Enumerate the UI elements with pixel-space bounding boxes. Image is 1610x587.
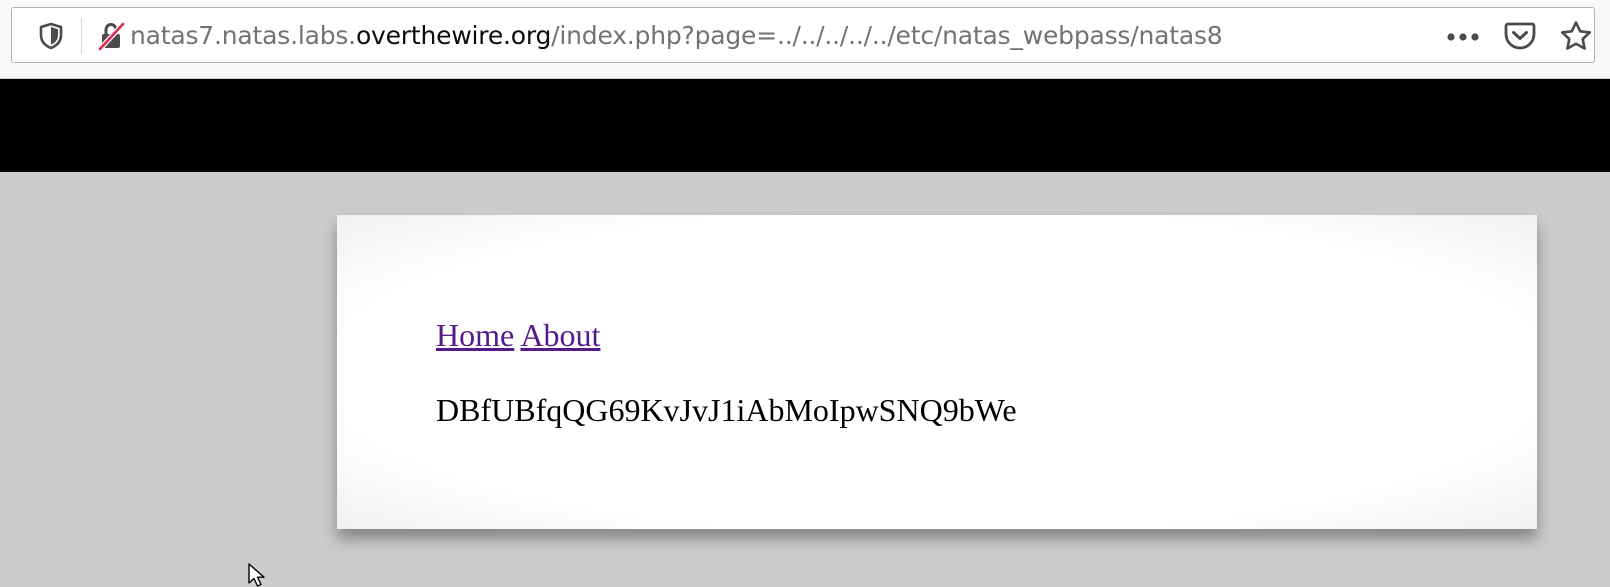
star-icon[interactable] bbox=[1560, 20, 1592, 52]
url-separator bbox=[81, 18, 82, 54]
pocket-icon[interactable] bbox=[1504, 21, 1536, 51]
url-prefix: natas7.natas.labs. bbox=[130, 21, 356, 50]
url-host: overthewire.org bbox=[355, 21, 552, 50]
insecure-lock-icon[interactable] bbox=[96, 21, 126, 51]
shield-icon[interactable] bbox=[38, 22, 64, 50]
url-bar[interactable]: natas7.natas.labs.overthewire.org/index.… bbox=[11, 7, 1595, 63]
page-header-banner bbox=[0, 79, 1610, 172]
url-path: /index.php?page=../../../../../etc/natas… bbox=[551, 21, 1223, 50]
more-icon[interactable] bbox=[1446, 32, 1480, 42]
nav-link-home[interactable]: Home bbox=[436, 317, 514, 353]
nav-link-about[interactable]: About bbox=[520, 317, 600, 353]
content-box: Home About DBfUBfqQG69KvJvJ1iAbMoIpwSNQ9… bbox=[337, 215, 1537, 529]
url-text[interactable]: natas7.natas.labs.overthewire.org/index.… bbox=[130, 20, 1223, 52]
nav-links: Home About bbox=[436, 316, 600, 354]
page-content-text: DBfUBfqQG69KvJvJ1iAbMoIpwSNQ9bWe bbox=[436, 392, 1017, 428]
browser-toolbar: natas7.natas.labs.overthewire.org/index.… bbox=[0, 0, 1610, 79]
mouse-cursor-icon bbox=[248, 563, 265, 587]
